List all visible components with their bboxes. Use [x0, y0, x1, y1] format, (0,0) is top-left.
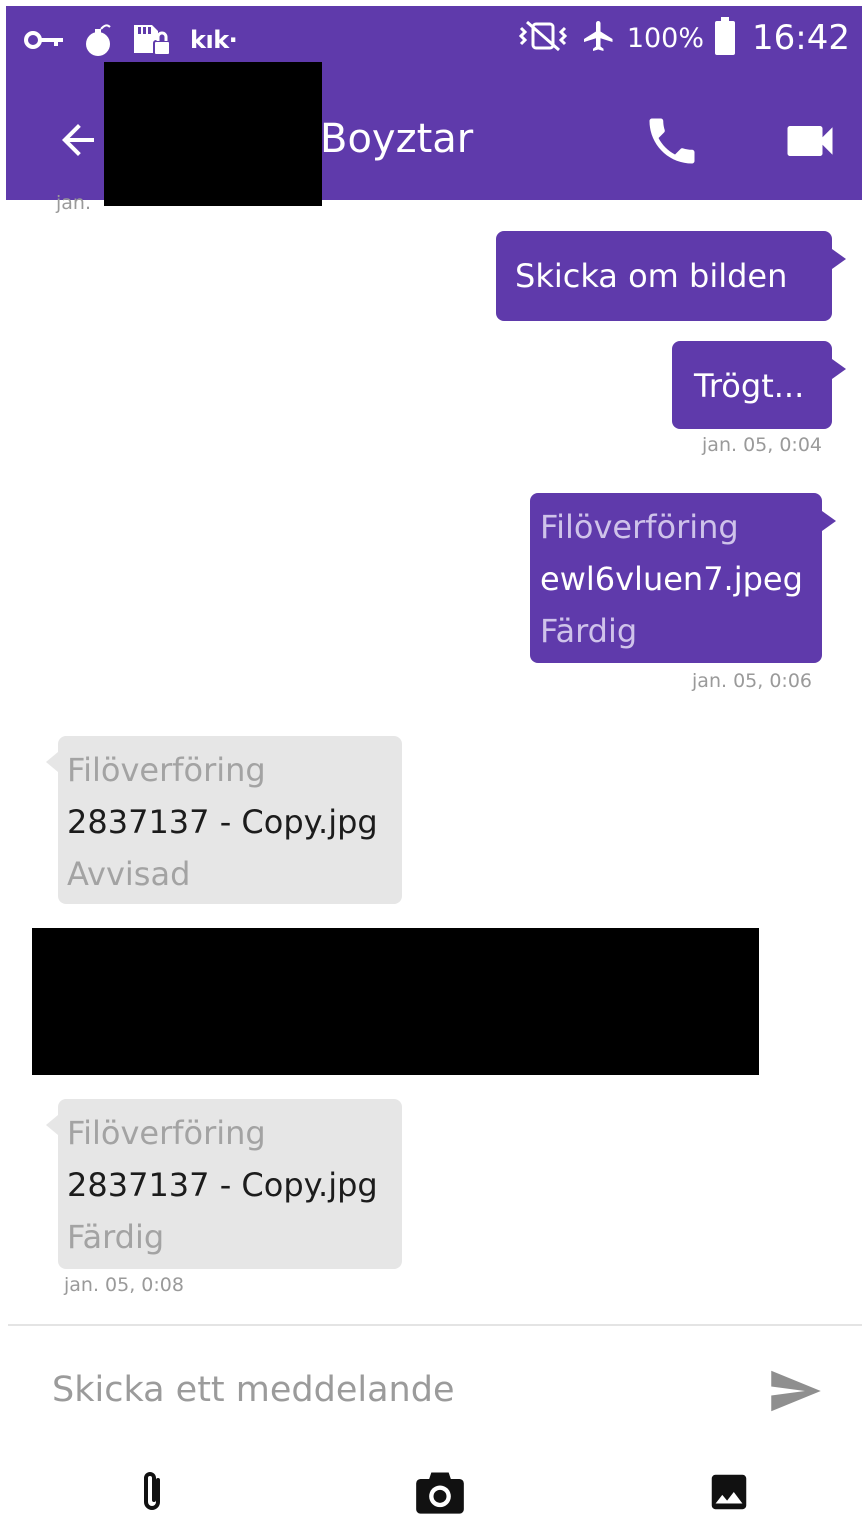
message-timestamp: jan. 05, 0:08	[64, 1274, 184, 1296]
clipped-timestamp: jan.	[56, 192, 92, 214]
file-transfer-status: Avvisad	[67, 855, 191, 893]
image-icon	[711, 1474, 747, 1510]
video-call-button[interactable]	[772, 106, 848, 176]
bomb-icon	[84, 23, 114, 57]
status-time: 16:42	[752, 18, 850, 58]
vibrate-off-icon	[515, 20, 571, 56]
gallery-button[interactable]	[700, 1466, 758, 1518]
file-transfer-bubble-incoming[interactable]: Filöverföring 2837137 - Copy.jpg Avvisad	[46, 736, 402, 904]
camera-icon	[416, 1472, 464, 1514]
sd-card-lock-icon	[132, 23, 172, 57]
message-text: Skicka om bilden	[515, 257, 788, 295]
message-timestamp: jan. 05, 0:04	[702, 434, 822, 456]
file-transfer-bubble-outgoing[interactable]: Filöverföring ewl6vluen7.jpeg Färdig	[530, 493, 836, 663]
redaction-block	[32, 928, 759, 1075]
message-input[interactable]	[52, 1360, 732, 1420]
file-transfer-title: Filöverföring	[540, 508, 739, 546]
battery-percentage: 100%	[626, 22, 705, 54]
phone-icon	[649, 118, 695, 164]
file-transfer-status: Färdig	[540, 612, 638, 650]
airplane-mode-icon	[581, 18, 617, 58]
message-timestamp: jan. 05, 0:06	[692, 670, 812, 692]
file-name: 2837137 - Copy.jpg	[67, 803, 378, 841]
back-button[interactable]	[50, 112, 106, 168]
conversation-area[interactable]: jan. Skicka om bilden Trögt... jan. 05, …	[0, 192, 862, 1320]
key-icon	[24, 30, 66, 50]
contact-name[interactable]: Boyztar	[320, 114, 473, 164]
redaction-block	[104, 62, 322, 206]
kik-app-label: kık·	[190, 26, 238, 54]
back-arrow-icon	[62, 124, 94, 156]
camera-button[interactable]	[412, 1466, 468, 1518]
send-button[interactable]	[768, 1368, 824, 1414]
file-transfer-bubble-incoming[interactable]: Filöverföring 2837137 - Copy.jpg Färdig	[46, 1099, 402, 1269]
message-composer	[0, 1326, 862, 1521]
attach-button[interactable]	[126, 1466, 178, 1518]
file-transfer-status: Färdig	[67, 1218, 165, 1256]
video-camera-icon	[787, 126, 833, 156]
file-name: ewl6vluen7.jpeg	[540, 560, 803, 598]
status-right-icons: 100% 16:42	[515, 17, 850, 59]
message-text: Trögt...	[694, 367, 805, 405]
file-transfer-title: Filöverföring	[67, 751, 266, 789]
paperclip-icon	[144, 1472, 160, 1510]
status-bar: kık· 100% 16:42	[6, 6, 862, 70]
status-left-icons: kık·	[24, 22, 238, 58]
voice-call-button[interactable]	[634, 106, 710, 176]
file-name: 2837137 - Copy.jpg	[67, 1166, 378, 1204]
send-icon	[771, 1370, 821, 1412]
message-bubble-outgoing[interactable]: Trögt...	[672, 341, 846, 429]
file-transfer-title: Filöverföring	[67, 1114, 266, 1152]
message-bubble-outgoing[interactable]: Skicka om bilden	[496, 231, 846, 321]
battery-icon	[714, 17, 736, 59]
